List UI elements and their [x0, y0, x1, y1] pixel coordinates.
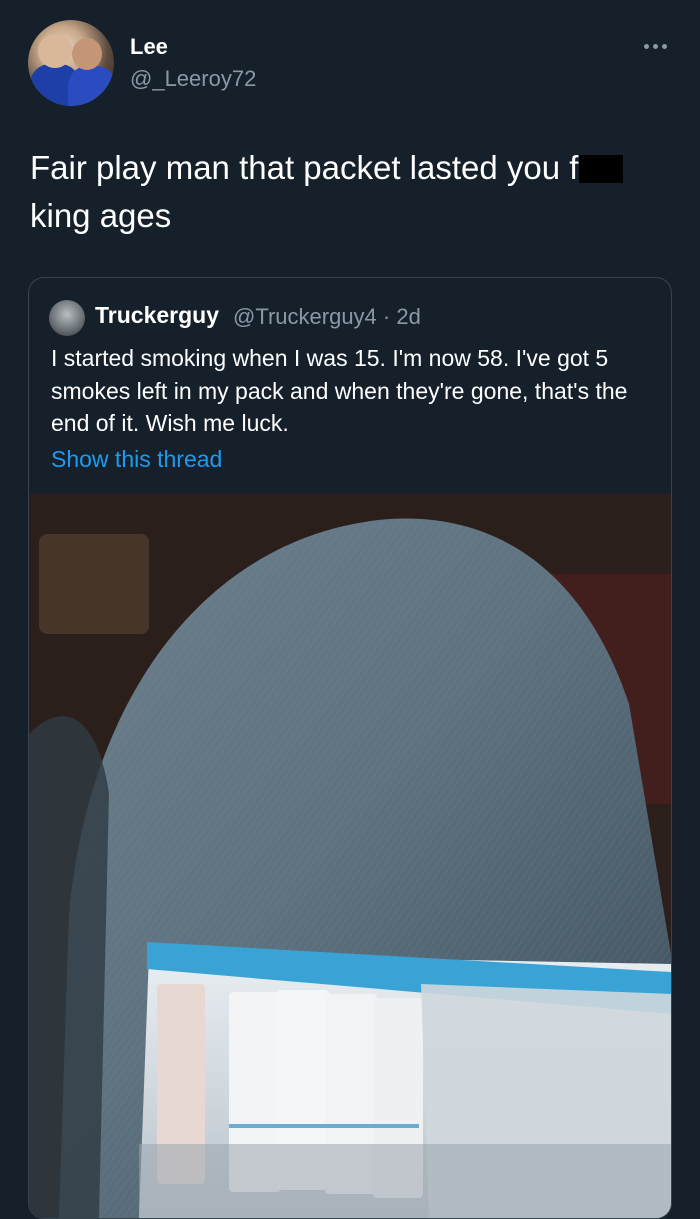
quoted-display-name: Truckerguy [95, 302, 219, 328]
quoted-tweet-text: I started smoking when I was 15. I'm now… [51, 345, 628, 436]
show-thread-link[interactable]: Show this thread [51, 446, 222, 473]
avatar[interactable] [28, 20, 114, 106]
tweet-text-part2: king ages [30, 197, 172, 234]
quoted-handle-time: @Truckerguy4 · 2d [233, 304, 421, 329]
quoted-avatar [49, 300, 85, 336]
tweet-text-part1: Fair play man that packet lasted you f [30, 149, 579, 186]
user-display-name[interactable]: Lee [130, 34, 168, 60]
tweet: Lee @_Leeroy72 Fair play man that packet… [0, 0, 700, 1219]
user-handle[interactable]: @_Leeroy72 [130, 66, 256, 92]
redaction-bar [579, 155, 624, 183]
photo-illustration [29, 494, 671, 1218]
tweet-photo[interactable] [29, 494, 671, 1218]
more-horizontal-icon[interactable] [640, 36, 670, 56]
tweet-text: Fair play man that packet lasted you f ki… [30, 144, 660, 240]
quoted-tweet[interactable]: Truckerguy @Truckerguy4 · 2d I started s… [28, 277, 672, 1219]
